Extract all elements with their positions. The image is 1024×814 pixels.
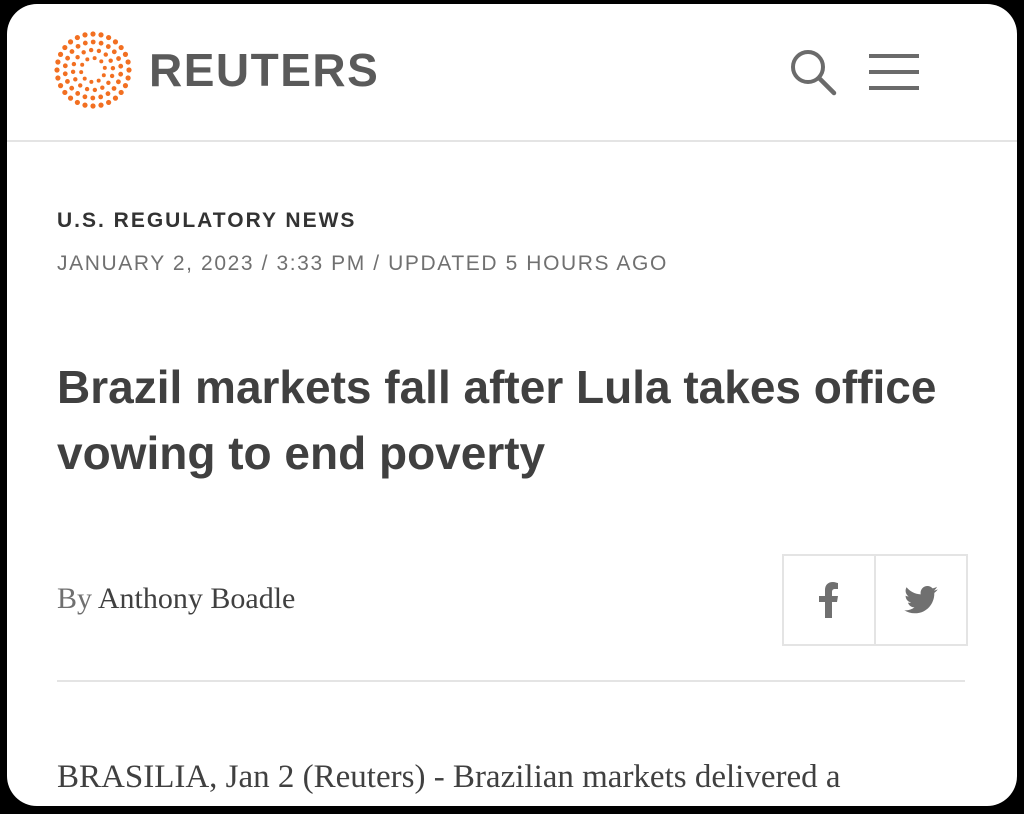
site-header: REUTERS [7,4,1017,142]
brand-name: REUTERS [149,44,380,96]
byline-prefix: By [57,582,93,615]
menu-icon[interactable] [869,52,919,92]
byline-divider [57,680,965,682]
article-page: REUTERS U.S. REGULATORY NEWS JANUARY 2, … [7,4,1017,806]
twitter-share-button[interactable] [874,556,966,644]
facebook-icon [819,582,838,618]
article-lede: BRASILIA, Jan 2 (Reuters) - Brazilian ma… [57,759,841,795]
article-dateline: JANUARY 2, 2023 / 3:33 PM / UPDATED 5 HO… [57,252,668,275]
search-icon[interactable] [787,46,839,98]
reuters-logo-icon [54,31,132,109]
facebook-share-button[interactable] [784,556,874,644]
article-byline: By Anthony Boadle [57,582,295,616]
article-headline: Brazil markets fall after Lula takes off… [57,361,937,479]
article-category[interactable]: U.S. REGULATORY NEWS [57,209,356,233]
twitter-icon [904,586,938,614]
reuters-logo[interactable]: REUTERS [53,30,379,110]
share-buttons [782,554,968,646]
author-link[interactable]: Anthony Boadle [98,582,295,615]
